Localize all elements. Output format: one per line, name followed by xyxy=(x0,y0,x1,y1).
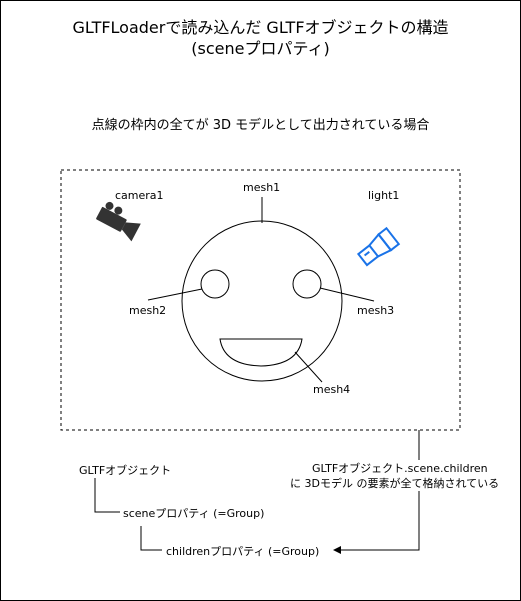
light-label: light1 xyxy=(368,189,400,202)
right-eye-circle xyxy=(292,269,322,299)
light-icon xyxy=(356,226,401,267)
mesh1-label: mesh1 xyxy=(243,181,281,194)
tree-children-label: childrenプロパティ (=Group) xyxy=(166,545,320,558)
left-eye-circle xyxy=(200,269,230,299)
tree-scene-label: sceneプロパティ (=Group) xyxy=(123,507,265,520)
camera-label: camera1 xyxy=(115,189,164,202)
face-circle xyxy=(181,220,343,382)
mouth-shape xyxy=(219,338,303,367)
mesh3-leader xyxy=(319,287,375,302)
mesh2-leader xyxy=(147,288,203,301)
mesh4-leader xyxy=(294,351,323,383)
mesh4-label: mesh4 xyxy=(313,383,351,396)
tree-connector-scene xyxy=(94,478,120,513)
tree-root-label: GLTFオブジェクト xyxy=(79,464,172,477)
mesh2-label: mesh2 xyxy=(129,304,167,317)
note-line2: に 3Dモデル の要素が全て格納されている xyxy=(290,475,500,491)
note-line1: GLTFオブジェクト.scene.children xyxy=(312,460,488,476)
tree-connector-children xyxy=(140,526,162,551)
camera-icon xyxy=(96,201,141,242)
mesh3-label: mesh3 xyxy=(357,304,395,317)
